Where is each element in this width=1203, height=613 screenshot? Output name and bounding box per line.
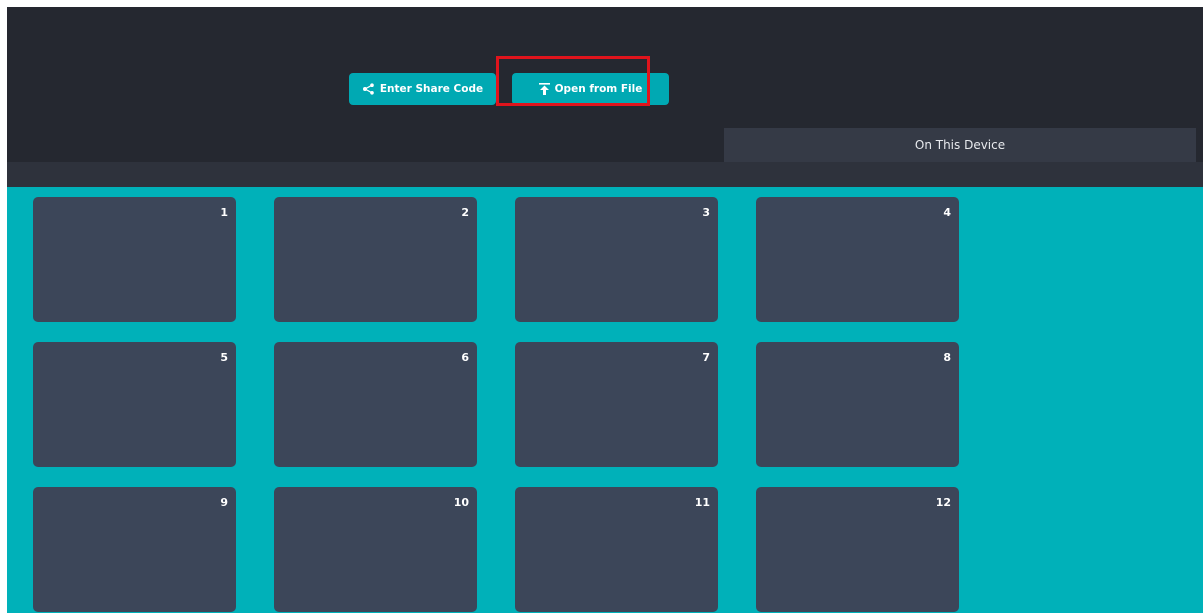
- slot-card[interactable]: 7: [515, 342, 718, 467]
- slot-number: 4: [943, 206, 951, 219]
- open-from-file-button[interactable]: Open from File: [512, 73, 669, 105]
- slot-number: 3: [702, 206, 710, 219]
- slot-number: 1: [220, 206, 228, 219]
- slot-number: 8: [943, 351, 951, 364]
- slot-card[interactable]: 2: [274, 197, 477, 322]
- header: Enter Share Code Open from File On This …: [7, 7, 1203, 187]
- app-frame: Enter Share Code Open from File On This …: [7, 7, 1203, 613]
- slot-card[interactable]: 6: [274, 342, 477, 467]
- tab-on-this-device-label: On This Device: [914, 138, 1006, 152]
- slot-card[interactable]: 4: [756, 197, 959, 322]
- slot-card[interactable]: 12: [756, 487, 959, 612]
- share-icon: [362, 83, 375, 95]
- slot-number: 10: [453, 496, 469, 509]
- slot-number: 5: [220, 351, 228, 364]
- slot-card[interactable]: 1: [33, 197, 236, 322]
- header-strip: [7, 162, 1203, 187]
- slot-card[interactable]: 8: [756, 342, 959, 467]
- slot-grid: 1 2 3 4 5 6 7 8 9 10 11 12: [33, 197, 959, 612]
- slot-number: 9: [220, 496, 228, 509]
- slot-card[interactable]: 10: [274, 487, 477, 612]
- slot-number: 6: [461, 351, 469, 364]
- open-from-file-label: Open from File: [554, 83, 643, 95]
- slot-card[interactable]: 3: [515, 197, 718, 322]
- enter-share-code-label: Enter Share Code: [379, 83, 484, 95]
- slot-card[interactable]: 5: [33, 342, 236, 467]
- slot-card[interactable]: 9: [33, 487, 236, 612]
- upload-icon: [538, 83, 550, 95]
- tab-on-this-device[interactable]: On This Device: [724, 128, 1196, 162]
- slot-card[interactable]: 11: [515, 487, 718, 612]
- enter-share-code-button[interactable]: Enter Share Code: [349, 73, 496, 105]
- slot-number: 7: [702, 351, 710, 364]
- slot-number: 2: [461, 206, 469, 219]
- slot-number: 11: [694, 496, 710, 509]
- slot-number: 12: [935, 496, 951, 509]
